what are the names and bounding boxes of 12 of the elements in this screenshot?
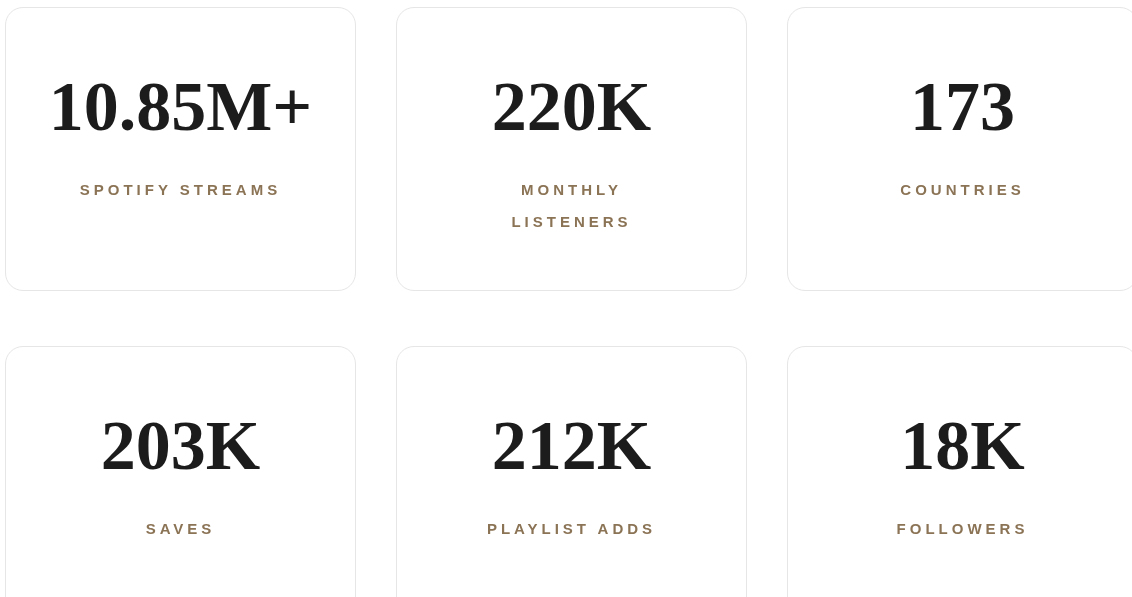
stat-value: 18K [900, 409, 1025, 483]
stat-value: 173 [910, 70, 1015, 144]
stat-label: SAVES [145, 519, 216, 539]
stat-label: SPOTIFY STREAMS [79, 180, 282, 200]
stat-value: 220K [491, 70, 652, 144]
stat-label: FOLLOWERS [896, 519, 1029, 539]
stat-value: 212K [491, 409, 652, 483]
stat-value: 203K [100, 409, 261, 483]
stat-label: MONTHLY LISTENERS [510, 180, 633, 232]
stat-label: COUNTRIES [900, 180, 1025, 200]
stat-value: 10.85M+ [48, 70, 313, 144]
stat-label: PLAYLIST ADDS [486, 519, 657, 539]
